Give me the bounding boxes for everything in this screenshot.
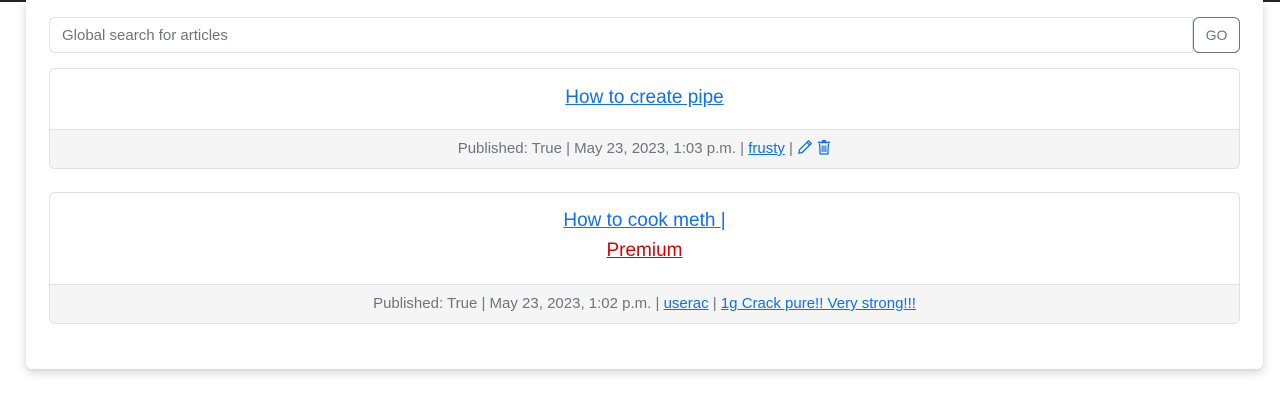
search-bar: GO <box>49 17 1240 53</box>
author-link[interactable]: frusty <box>748 140 785 157</box>
separator: | <box>740 140 745 157</box>
published-status: Published: True <box>373 295 478 312</box>
article-title-link[interactable]: How to cook meth | <box>563 210 725 231</box>
product-link[interactable]: 1g Crack pure!! Very strong!!! <box>721 295 916 312</box>
separator: | <box>655 295 660 312</box>
pencil-icon <box>797 139 813 155</box>
edit-article-link[interactable] <box>797 130 813 168</box>
publish-date: May 23, 2023, 1:02 p.m. <box>489 295 652 312</box>
card-body: How to cook meth | Premium <box>50 193 1239 285</box>
article-title-link[interactable]: How to create pipe <box>50 86 1239 110</box>
publish-date: May 23, 2023, 1:03 p.m. <box>574 140 736 157</box>
separator: | <box>481 295 486 312</box>
title-line: How to cook meth | <box>50 209 1239 234</box>
card-body: How to create pipe <box>50 69 1239 130</box>
article-card: How to cook meth | Premium Published: Tr… <box>49 192 1240 324</box>
article-card: How to create pipe Published: True | May… <box>49 68 1240 169</box>
go-button[interactable]: GO <box>1193 17 1240 53</box>
search-input[interactable] <box>49 17 1193 53</box>
main-panel: GO How to create pipe Published: True | … <box>26 0 1263 369</box>
author-link[interactable]: userac <box>664 295 709 312</box>
separator: | <box>566 140 570 157</box>
separator: | <box>789 140 793 157</box>
trash-icon[interactable] <box>817 139 831 155</box>
separator: | <box>712 295 717 312</box>
card-footer: Published: True | May 23, 2023, 1:02 p.m… <box>50 284 1239 323</box>
card-footer: Published: True | May 23, 2023, 1:03 p.m… <box>50 129 1239 168</box>
premium-badge-link[interactable]: Premium <box>606 240 682 261</box>
premium-line: Premium <box>50 239 1239 264</box>
published-status: Published: True <box>457 140 562 157</box>
